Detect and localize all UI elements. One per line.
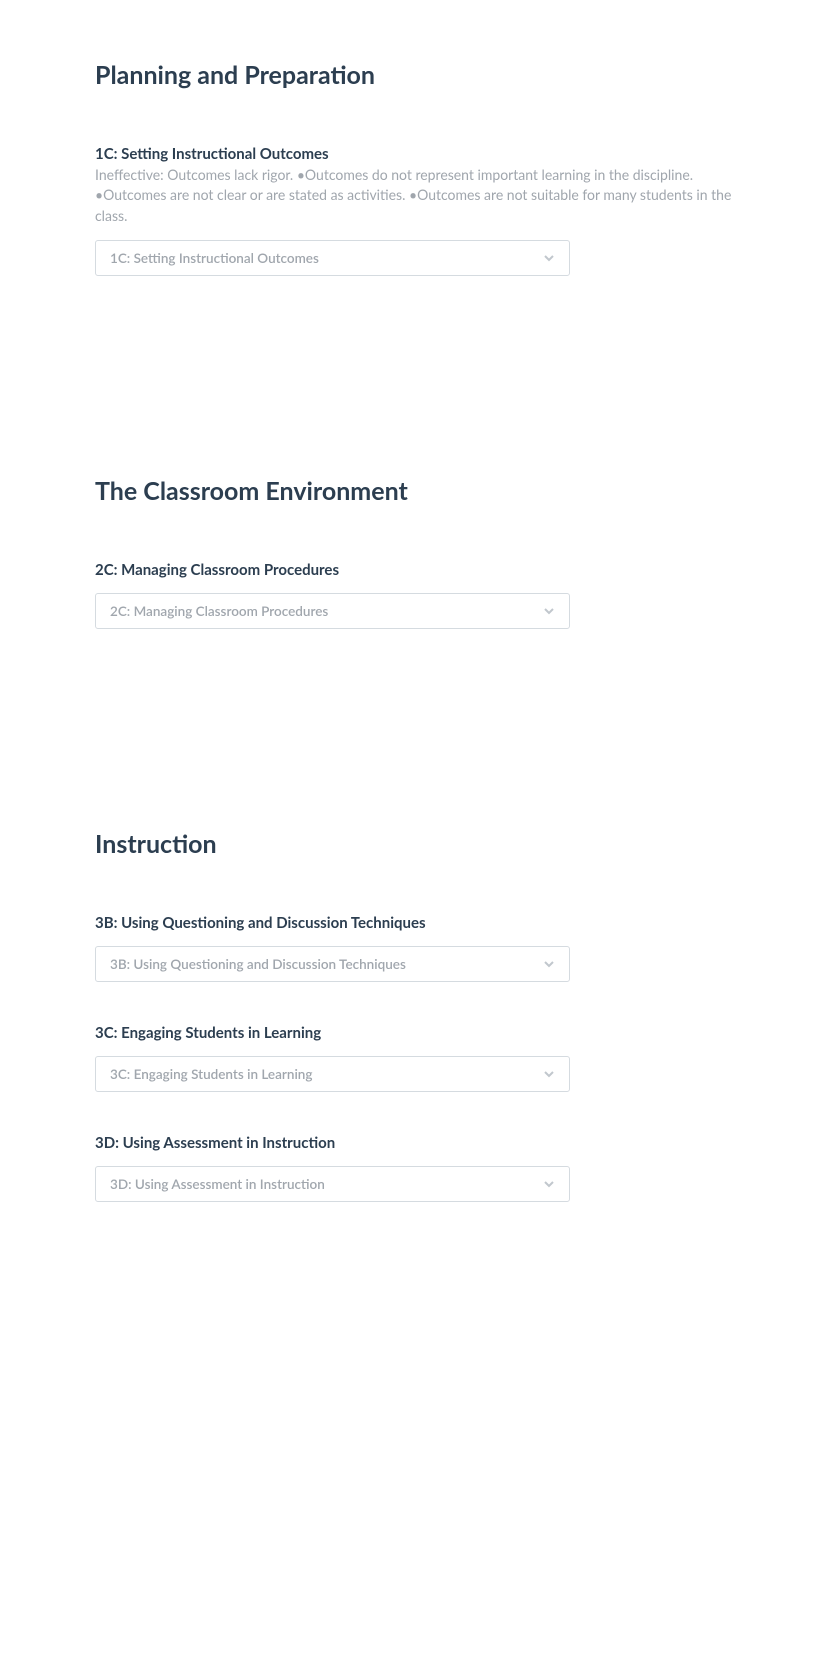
subsection-3c: 3C: Engaging Students in Learning 3C: En… bbox=[95, 1024, 745, 1092]
section-title: The Classroom Environment bbox=[95, 476, 745, 506]
section-planning-preparation: Planning and Preparation 1C: Setting Ins… bbox=[95, 60, 745, 276]
select-3c[interactable]: 3C: Engaging Students in Learning bbox=[95, 1056, 570, 1092]
subsection-title: 3C: Engaging Students in Learning bbox=[95, 1024, 745, 1042]
chevron-down-icon bbox=[543, 1068, 555, 1080]
select-3d[interactable]: 3D: Using Assessment in Instruction bbox=[95, 1166, 570, 1202]
select-label: 3D: Using Assessment in Instruction bbox=[110, 1176, 325, 1192]
subsection-title: 3D: Using Assessment in Instruction bbox=[95, 1134, 745, 1152]
select-label: 2C: Managing Classroom Procedures bbox=[110, 603, 328, 619]
chevron-down-icon bbox=[543, 1178, 555, 1190]
select-label: 1C: Setting Instructional Outcomes bbox=[110, 250, 319, 266]
select-3b[interactable]: 3B: Using Questioning and Discussion Tec… bbox=[95, 946, 570, 982]
select-label: 3C: Engaging Students in Learning bbox=[110, 1066, 312, 1082]
select-2c[interactable]: 2C: Managing Classroom Procedures bbox=[95, 593, 570, 629]
select-label: 3B: Using Questioning and Discussion Tec… bbox=[110, 956, 406, 972]
subsection-title: 2C: Managing Classroom Procedures bbox=[95, 561, 745, 579]
subsection-description: Ineffective: Outcomes lack rigor. •Outco… bbox=[95, 165, 745, 226]
select-1c[interactable]: 1C: Setting Instructional Outcomes bbox=[95, 240, 570, 276]
section-instruction: Instruction 3B: Using Questioning and Di… bbox=[95, 829, 745, 1202]
subsection-3b: 3B: Using Questioning and Discussion Tec… bbox=[95, 914, 745, 982]
section-title: Instruction bbox=[95, 829, 745, 859]
section-title: Planning and Preparation bbox=[95, 60, 745, 90]
subsection-2c: 2C: Managing Classroom Procedures 2C: Ma… bbox=[95, 561, 745, 629]
chevron-down-icon bbox=[543, 605, 555, 617]
chevron-down-icon bbox=[543, 958, 555, 970]
subsection-title: 1C: Setting Instructional Outcomes bbox=[95, 145, 745, 163]
subsection-1c: 1C: Setting Instructional Outcomes Ineff… bbox=[95, 145, 745, 276]
section-classroom-environment: The Classroom Environment 2C: Managing C… bbox=[95, 476, 745, 629]
subsection-title: 3B: Using Questioning and Discussion Tec… bbox=[95, 914, 745, 932]
chevron-down-icon bbox=[543, 252, 555, 264]
subsection-3d: 3D: Using Assessment in Instruction 3D: … bbox=[95, 1134, 745, 1202]
